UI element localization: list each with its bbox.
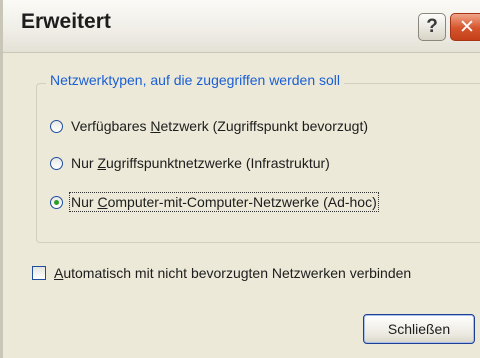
radio-button-selected[interactable]: [50, 195, 63, 209]
help-icon: ?: [426, 16, 438, 37]
auto-connect-checkbox[interactable]: [32, 266, 46, 280]
radio-available-network[interactable]: Verfügbares Netzwerk (Zugriffspunkt bevo…: [50, 115, 368, 137]
auto-connect-checkbox-row[interactable]: Automatisch mit nicht bevorzugten Netzwe…: [32, 262, 411, 284]
close-window-button[interactable]: ✕: [450, 13, 480, 41]
dialog-window: Erweitert ? ✕ Netzwerktypen, auf die zug…: [0, 0, 480, 358]
close-icon: ✕: [459, 16, 475, 38]
close-button[interactable]: Schließen: [363, 314, 475, 344]
auto-connect-label: Automatisch mit nicht bevorzugten Netzwe…: [54, 265, 412, 281]
radio-label: Nur Computer-mit-Computer-Netzwerke (Ad-…: [69, 192, 379, 212]
radio-access-point-only[interactable]: Nur Zugriffspunktnetzwerke (Infrastruktu…: [50, 152, 330, 174]
radio-button[interactable]: [50, 119, 63, 133]
help-button[interactable]: ?: [418, 13, 446, 41]
title-bar[interactable]: Erweitert ? ✕: [3, 0, 480, 53]
radio-label: Verfügbares Netzwerk (Zugriffspunkt bevo…: [71, 118, 369, 134]
radio-label: Nur Zugriffspunktnetzwerke (Infrastruktu…: [71, 155, 330, 171]
dialog-title: Erweitert: [21, 10, 111, 33]
radio-computer-to-computer[interactable]: Nur Computer-mit-Computer-Netzwerke (Ad-…: [50, 191, 379, 213]
radio-button[interactable]: [50, 156, 63, 170]
network-types-legend: Netzwerktypen, auf die zugegriffen werde…: [46, 72, 345, 88]
